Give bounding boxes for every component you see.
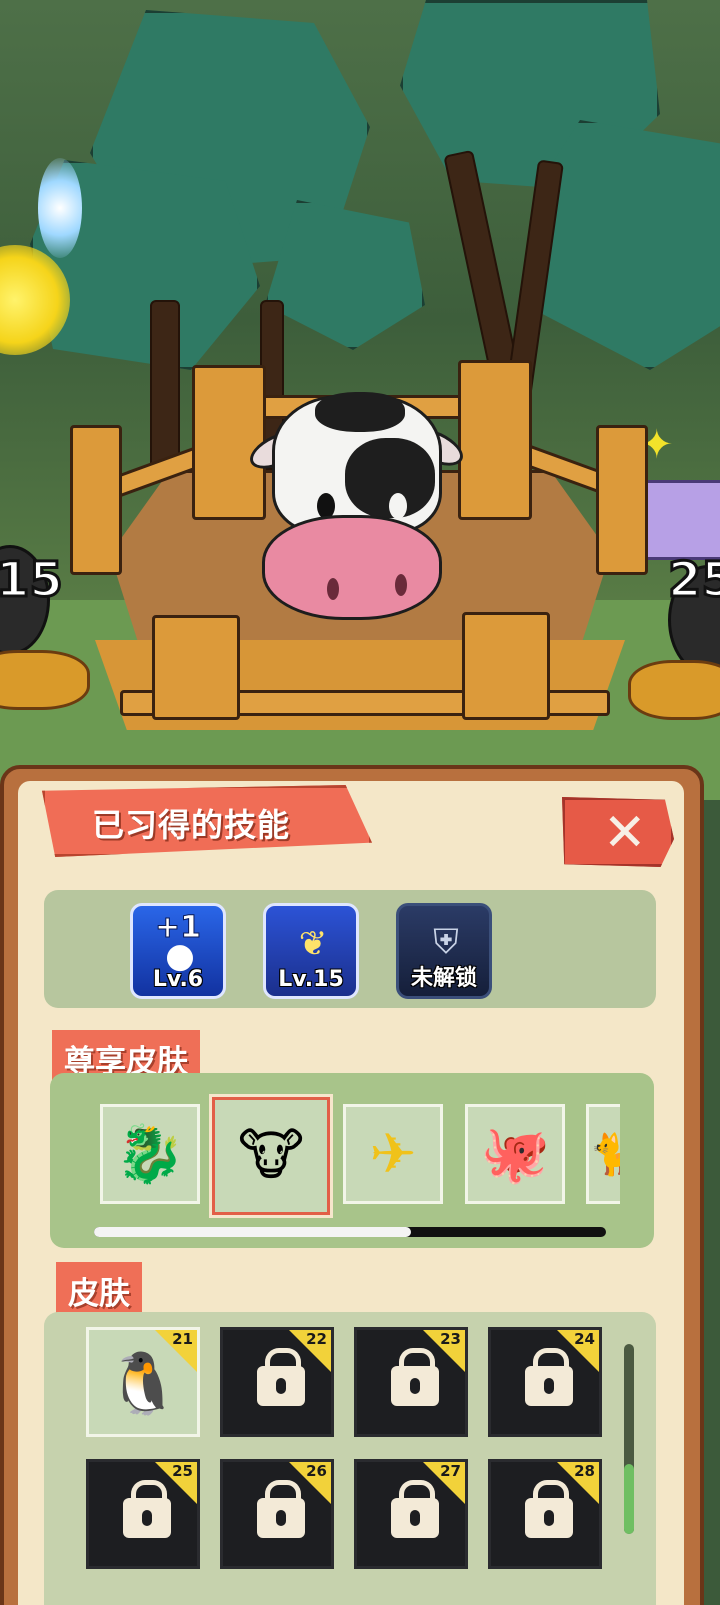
farm-scene: 15 ✦ 25: [0, 0, 720, 800]
dragon-icon: 🐉: [115, 1122, 185, 1187]
cow-nostril: [395, 574, 407, 596]
fence-post: [152, 615, 240, 720]
close-button[interactable]: ✕: [562, 797, 674, 867]
skill-extra-life[interactable]: +1 ● Lv.6: [130, 903, 226, 999]
skin-number: 26: [306, 1462, 327, 1480]
drone-icon: ✈: [369, 1122, 417, 1187]
premium-scroll-thumb[interactable]: [94, 1227, 412, 1237]
skin-number: 22: [306, 1330, 327, 1348]
skill-level: Lv.6: [152, 967, 204, 992]
left-egg-counter: 15: [0, 551, 64, 610]
octopus-icon: 🐙: [480, 1122, 550, 1187]
lock-icon: [257, 1480, 305, 1538]
skin-item[interactable]: 24: [488, 1327, 602, 1437]
skill-locked-label: 未解锁: [410, 966, 477, 991]
lock-icon: [257, 1348, 305, 1406]
fence-post: [596, 425, 648, 575]
skin-item[interactable]: 27: [354, 1459, 468, 1569]
skin-number: 21: [172, 1330, 193, 1348]
skin-item[interactable]: 🐧 21: [86, 1327, 200, 1437]
skin-item[interactable]: 26: [220, 1459, 334, 1569]
nest-right: [628, 660, 720, 720]
lock-icon: [525, 1480, 573, 1538]
cow-icon: 🐮: [237, 1123, 305, 1188]
tree-canopy: [530, 120, 720, 370]
game-screen: 15 ✦ 25 已习得的技能 ✕ +1 ● Lv.6 ❦ Lv.15 ⛨ 未解锁…: [0, 0, 720, 1605]
lock-icon: [123, 1480, 171, 1538]
cow-spot: [315, 392, 405, 432]
premium-skin-drone[interactable]: ✈: [343, 1104, 443, 1204]
cow-eye: [389, 493, 407, 519]
right-egg-counter: 25: [667, 551, 720, 610]
lock-icon: [391, 1480, 439, 1538]
premium-skin-dragon[interactable]: 🐉: [100, 1104, 200, 1204]
skin-item[interactable]: 25: [86, 1459, 200, 1569]
skill-wings[interactable]: ❦ Lv.15: [263, 903, 359, 999]
skins-scroll-thumb[interactable]: [624, 1464, 634, 1534]
lock-shield-icon: ⛨: [433, 922, 459, 962]
wings-icon: ❦: [298, 924, 328, 964]
cow-nostril: [327, 578, 339, 600]
butterfly-icon: ✦: [640, 422, 674, 468]
skins-scrollbar[interactable]: [624, 1344, 634, 1534]
tree-trunk: [150, 300, 180, 470]
cow-pet[interactable]: [272, 392, 442, 535]
panel-title: 已习得的技能: [92, 806, 291, 844]
skin-number: 23: [440, 1330, 461, 1348]
skin-item[interactable]: 23: [354, 1327, 468, 1437]
skill-level: Lv.15: [278, 967, 344, 992]
skin-number: 27: [440, 1462, 461, 1480]
premium-skin-cat[interactable]: 🐈: [586, 1104, 620, 1204]
skill-locked[interactable]: ⛨ 未解锁: [396, 903, 492, 999]
fence-post: [458, 360, 532, 520]
fairy-wisp: [38, 158, 82, 258]
lock-icon: [391, 1348, 439, 1406]
premium-skin-cow[interactable]: 🐮: [212, 1097, 330, 1215]
cat-icon: 🐈: [589, 1107, 620, 1201]
skin-item[interactable]: 28: [488, 1459, 602, 1569]
skin-number: 24: [574, 1330, 595, 1348]
skin-number: 25: [172, 1462, 193, 1480]
skin-number: 28: [574, 1462, 595, 1480]
fence-post: [70, 425, 122, 575]
premium-skin-octopus[interactable]: 🐙: [465, 1104, 565, 1204]
fence-post: [192, 365, 266, 520]
skin-item[interactable]: 22: [220, 1327, 334, 1437]
premium-scrollbar[interactable]: [94, 1227, 606, 1237]
cow-muzzle: [262, 515, 442, 620]
lock-icon: [525, 1348, 573, 1406]
close-icon: ✕: [603, 803, 647, 863]
nest-left: [0, 650, 90, 710]
fence-post: [462, 612, 550, 720]
